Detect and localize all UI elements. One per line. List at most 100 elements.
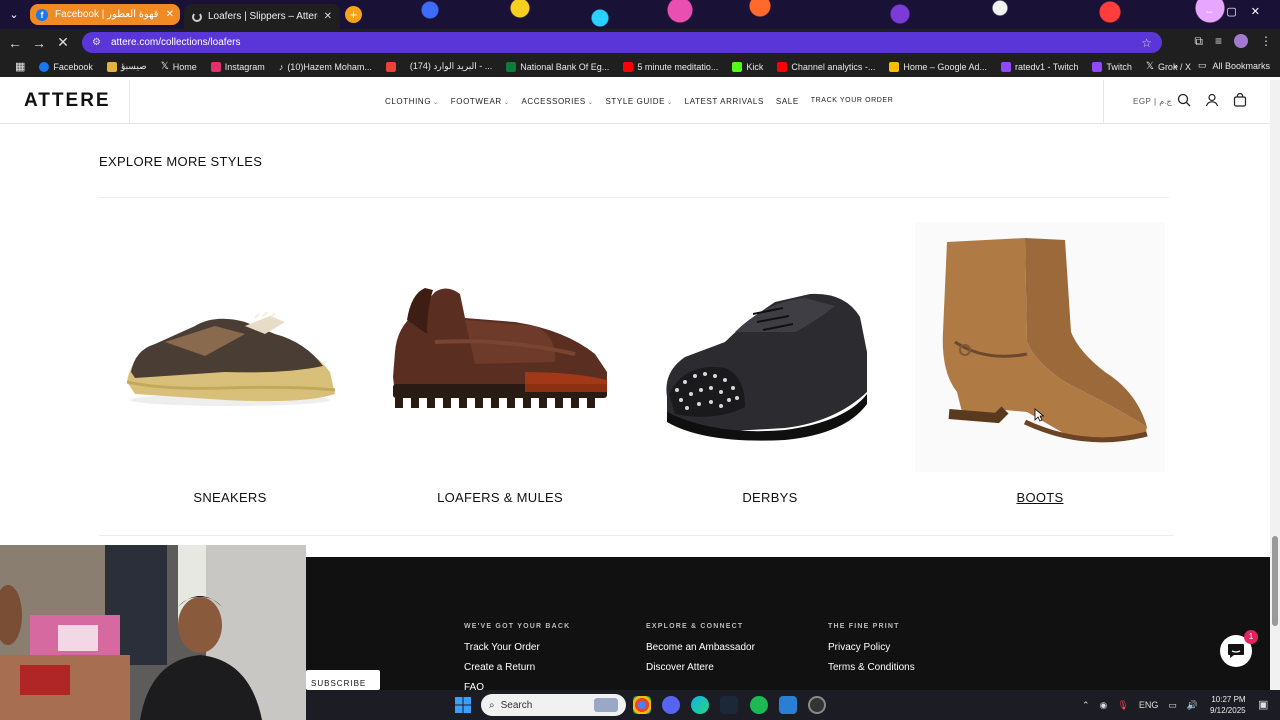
bookmark-item[interactable]: Twitch	[1085, 61, 1139, 72]
forward-arrow-icon[interactable]: →	[27, 31, 51, 55]
footer-heading: THE FINE PRINT	[828, 623, 900, 630]
webcam-video-image	[0, 545, 306, 720]
category-card-boots[interactable]: BOOTS	[915, 222, 1165, 512]
subscribe-button[interactable]: SUBSCRIBE	[306, 670, 380, 690]
apps-grid-icon[interactable]: ▦	[8, 60, 32, 73]
chrome-icon[interactable]	[633, 696, 651, 714]
x-logo-icon: 𝕏	[160, 61, 169, 72]
nav-latest-arrivals[interactable]: LATEST ARRIVALS	[685, 97, 764, 106]
twitch-icon	[1092, 61, 1103, 72]
notification-icon[interactable]: ▣	[1258, 698, 1268, 711]
volume-icon[interactable]: 🔊	[1187, 700, 1198, 711]
taskbar-search[interactable]: ⌕ Search	[481, 694, 626, 716]
bookmark-item[interactable]: Kick	[725, 61, 770, 72]
page-scrollbar[interactable]	[1270, 80, 1280, 690]
bookmark-item[interactable]: Home – Google Ad...	[882, 61, 994, 72]
account-icon[interactable]	[1205, 93, 1219, 107]
bookmark-item[interactable]: Channel analytics -...	[770, 61, 882, 72]
steam-icon[interactable]	[720, 696, 738, 714]
system-tray: ⌃ ◉ 🎙 ENG ▭ 🔊	[1082, 690, 1198, 720]
stop-loading-icon[interactable]: ✕	[51, 31, 75, 55]
nav-accessories[interactable]: ACCESSORIES ⌄	[521, 97, 593, 106]
chevron-up-icon[interactable]: ⌃	[1082, 700, 1090, 711]
menu-kebab-icon[interactable]: ⋮	[1260, 34, 1272, 49]
footer-column-explore: EXPLORE & CONNECT Become an Ambassador D…	[646, 623, 755, 682]
nav-label: CLOTHING	[385, 97, 432, 106]
x-logo-icon: 𝕏	[1145, 61, 1154, 72]
clock-date: 9/12/2025	[1210, 706, 1246, 715]
site-settings-icon[interactable]: ⚙	[92, 37, 101, 48]
nav-label: ACCESSORIES	[521, 97, 586, 106]
bookmark-star-icon[interactable]: ☆	[1141, 36, 1152, 50]
bookmark-item[interactable]: صيسبؤ	[100, 61, 154, 72]
bookmark-item[interactable]: Instagram	[204, 61, 272, 72]
footer-column-fine-print: THE FINE PRINT Privacy Policy Terms & Co…	[828, 623, 915, 682]
edge-icon[interactable]	[691, 696, 709, 714]
footer-link-track-order[interactable]: Track Your Order	[464, 642, 570, 653]
network-icon[interactable]: ▭	[1168, 700, 1177, 711]
discord-icon[interactable]	[662, 696, 680, 714]
search-icon[interactable]	[1177, 93, 1191, 107]
facebook-icon: f	[36, 8, 48, 21]
bookmark-item[interactable]: (174) البريد الوارد - ...	[403, 61, 499, 72]
scrollbar-thumb[interactable]	[1272, 536, 1278, 626]
boot-image	[915, 222, 1165, 472]
footer-link-create-return[interactable]: Create a Return	[464, 662, 570, 673]
bookmark-item[interactable]: National Bank Of Eg...	[499, 61, 616, 72]
tab-facebook[interactable]: f Facebook | قهوة العطور ✕	[30, 4, 180, 25]
bookmark-item[interactable]: 𝕏 Home	[154, 61, 204, 72]
discord-tray-icon[interactable]: ◉	[1100, 700, 1108, 711]
tab-active-loafers[interactable]: Loafers | Slippers – Attere ✕	[184, 4, 340, 29]
spotify-icon[interactable]	[750, 696, 768, 714]
category-card-loafers-mules[interactable]: LOAFERS & MULES	[375, 222, 625, 512]
tiktok-icon: ♪	[278, 61, 284, 72]
derby-image	[666, 293, 867, 441]
new-tab-button[interactable]: +	[345, 6, 362, 23]
bookmark-item[interactable]: Facebook	[32, 61, 100, 72]
toolbar-actions: ⧉ ≡ ⋮	[1194, 34, 1272, 49]
address-bar[interactable]: ⚙ attere.com/collections/loafers ☆	[82, 32, 1162, 53]
site-logo[interactable]: ATTERE	[24, 90, 111, 112]
tab-search-chevron-icon[interactable]: ⌄	[4, 5, 24, 25]
currency-selector[interactable]: EGP | ج.م	[1133, 97, 1172, 106]
footer-link-discover[interactable]: Discover Attere	[646, 662, 755, 673]
mouse-cursor-icon	[1034, 408, 1044, 422]
category-card-derbys[interactable]: DERBYS	[645, 222, 895, 512]
microphone-icon[interactable]: 🎙	[1117, 700, 1128, 711]
category-label: DERBYS	[742, 490, 798, 505]
bookmark-item[interactable]: ratedv1 - Twitch	[994, 61, 1085, 72]
all-bookmarks-label: All Bookmarks	[1212, 60, 1270, 71]
language-indicator[interactable]: ENG	[1139, 700, 1159, 710]
cart-bag-icon[interactable]	[1233, 93, 1247, 107]
chevron-right-icon[interactable]: »	[1173, 61, 1178, 71]
footer-link-terms[interactable]: Terms & Conditions	[828, 662, 915, 673]
window-controls[interactable]: –▢✕	[1206, 5, 1274, 18]
chevron-down-icon: ⌄	[503, 100, 510, 106]
nav-track-order[interactable]: TRACK YOUR ORDER	[811, 97, 894, 106]
profile-avatar[interactable]	[1234, 34, 1248, 48]
bookmark-item[interactable]	[379, 61, 403, 72]
back-arrow-icon[interactable]: ←	[3, 31, 27, 55]
settings-gear-icon[interactable]	[808, 696, 826, 714]
windows-start-icon[interactable]	[455, 697, 471, 713]
photo-app-icon[interactable]	[779, 696, 797, 714]
footer-link-ambassador[interactable]: Become an Ambassador	[646, 642, 755, 653]
header-icons	[1177, 93, 1247, 107]
nav-footwear[interactable]: FOOTWEAR ⌄	[451, 97, 510, 106]
media-icon[interactable]: ≡	[1215, 34, 1222, 49]
bookmark-item[interactable]: ♪ (10)Hazem Moham...	[272, 62, 379, 72]
footer-link-privacy[interactable]: Privacy Policy	[828, 642, 915, 653]
close-icon[interactable]: ✕	[166, 9, 174, 20]
taskbar-clock[interactable]: 10:27 PM 9/12/2025	[1210, 694, 1246, 716]
nav-style-guide[interactable]: STYLE GUIDE ⌄	[606, 97, 673, 106]
close-icon[interactable]: ✕	[324, 11, 332, 22]
category-card-sneakers[interactable]: SNEAKERS	[105, 222, 355, 512]
all-bookmarks[interactable]: » ▭ All Bookmarks	[1173, 60, 1270, 71]
nav-clothing[interactable]: CLOTHING ⌄	[385, 97, 439, 106]
bookmark-item[interactable]: 5 minute meditatio...	[616, 61, 725, 72]
category-label: SNEAKERS	[193, 490, 267, 505]
nav-label: FOOTWEAR	[450, 97, 502, 106]
extensions-icon[interactable]: ⧉	[1194, 34, 1203, 49]
nav-sale[interactable]: SALE	[776, 97, 799, 106]
clock-time: 10:27 PM	[1211, 695, 1246, 704]
